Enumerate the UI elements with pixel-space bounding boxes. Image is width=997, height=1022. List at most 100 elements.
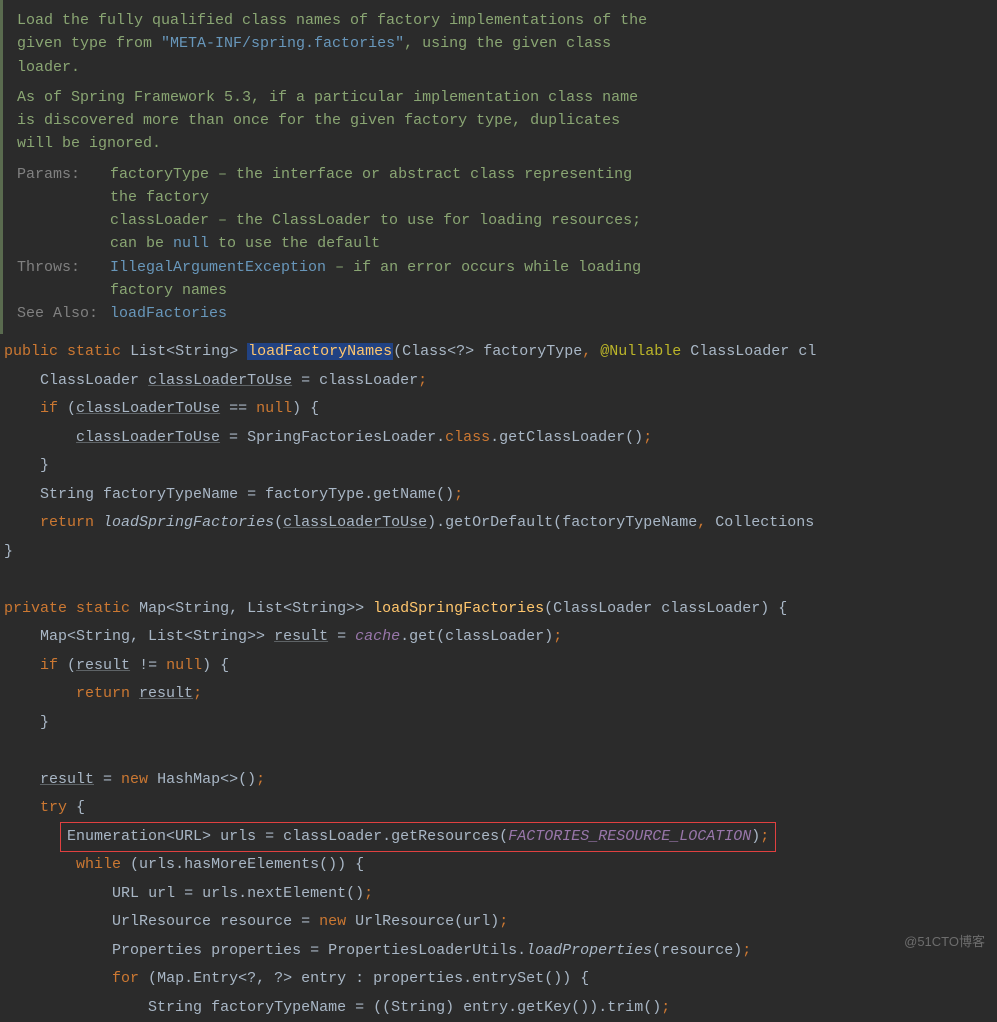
keyword: if xyxy=(40,400,58,417)
param: classLoader xyxy=(319,372,418,389)
keyword: new xyxy=(319,913,346,930)
method: getKey xyxy=(517,999,571,1016)
method-call: loadSpringFactories xyxy=(103,514,274,531)
javadoc-throws-label: Throws: xyxy=(17,256,110,303)
param: classLoader xyxy=(661,600,760,617)
javadoc-seealso-body: loadFactories xyxy=(110,302,670,325)
javadoc-literal: "META-INF/spring.factories" xyxy=(161,35,404,52)
var: result xyxy=(274,628,328,645)
keyword: return xyxy=(76,685,130,702)
type: Map.Entry<?, ?> xyxy=(157,970,292,987)
var: url xyxy=(148,885,175,902)
var: entry xyxy=(463,999,508,1016)
keyword: private xyxy=(4,600,67,617)
var: urls xyxy=(202,885,238,902)
var: result xyxy=(139,685,193,702)
class-ref: PropertiesLoaderUtils xyxy=(328,942,517,959)
type: ClassLoader xyxy=(553,600,652,617)
var: urls xyxy=(139,856,175,873)
method: nextElement xyxy=(247,885,346,902)
keyword: new xyxy=(121,771,148,788)
javadoc-description-2: As of Spring Framework 5.3, if a particu… xyxy=(17,86,657,156)
param-cut: cl xyxy=(798,343,816,360)
method: getClassLoader xyxy=(499,429,625,446)
var: result xyxy=(76,657,130,674)
javadoc-block: Load the fully qualified class names of … xyxy=(0,0,997,334)
javadoc-param: factoryType – the interface or abstract … xyxy=(110,163,658,210)
type: Map<String, List<String>> xyxy=(139,600,364,617)
var: factoryTypeName xyxy=(211,999,346,1016)
method: getName xyxy=(373,486,436,503)
param: classLoader xyxy=(445,628,544,645)
method: hasMoreElements xyxy=(184,856,319,873)
keyword: static xyxy=(76,600,130,617)
var: classLoaderToUse xyxy=(76,400,220,417)
var: classLoaderToUse xyxy=(148,372,292,389)
method-name: loadSpringFactories xyxy=(373,600,544,617)
type: HashMap<> xyxy=(157,771,238,788)
var: result xyxy=(40,771,94,788)
type: Class<?> xyxy=(402,343,474,360)
javadoc-param: classLoader – the ClassLoader to use for… xyxy=(110,209,658,256)
watermark: @51CTO博客 xyxy=(904,930,985,954)
keyword: if xyxy=(40,657,58,674)
method: getResources xyxy=(391,828,499,845)
keyword: class xyxy=(445,429,490,446)
method-name-selected[interactable]: loadFactoryNames xyxy=(247,343,393,360)
var: urls xyxy=(220,828,256,845)
method: loadProperties xyxy=(526,942,652,959)
type: List<String> xyxy=(130,343,238,360)
var: classLoaderToUse xyxy=(283,514,427,531)
param: classLoader xyxy=(283,828,382,845)
method: getOrDefault xyxy=(445,514,553,531)
keyword: try xyxy=(40,799,67,816)
method: get xyxy=(409,628,436,645)
type: Enumeration<URL> xyxy=(67,828,211,845)
type: String xyxy=(40,486,94,503)
param: factoryType xyxy=(265,486,364,503)
highlighted-line: Enumeration<URL> urls = classLoader.getR… xyxy=(61,823,775,852)
keyword: null xyxy=(166,657,202,674)
type: Properties xyxy=(112,942,202,959)
field: cache xyxy=(355,628,400,645)
keyword: null xyxy=(256,400,292,417)
keyword: return xyxy=(40,514,94,531)
class-ref: Collections xyxy=(715,514,814,531)
annotation: @Nullable xyxy=(600,343,681,360)
type: String xyxy=(391,999,445,1016)
method: entrySet xyxy=(472,970,544,987)
type: ClassLoader xyxy=(690,343,789,360)
keyword: while xyxy=(76,856,121,873)
javadoc-seealso-label: See Also: xyxy=(17,302,110,325)
type: ClassLoader xyxy=(40,372,139,389)
keyword: public xyxy=(4,343,58,360)
code-editor[interactable]: public static List<String> loadFactoryNa… xyxy=(0,334,997,1022)
javadoc-throws-link[interactable]: IllegalArgumentException xyxy=(110,259,326,276)
keyword: static xyxy=(67,343,121,360)
var: resource xyxy=(220,913,292,930)
var: url xyxy=(463,913,490,930)
var: properties xyxy=(211,942,301,959)
javadoc-seealso-link[interactable]: loadFactories xyxy=(110,305,227,322)
keyword: for xyxy=(112,970,139,987)
type: Map<String, List<String>> xyxy=(40,628,265,645)
type: UrlResource xyxy=(355,913,454,930)
var: factoryTypeName xyxy=(562,514,697,531)
javadoc-code: null xyxy=(173,235,209,252)
type: String xyxy=(148,999,202,1016)
javadoc-tags: Params: factoryType – the interface or a… xyxy=(17,163,670,326)
type: UrlResource xyxy=(112,913,211,930)
class-ref: SpringFactoriesLoader xyxy=(247,429,436,446)
var: factoryTypeName xyxy=(103,486,238,503)
type: URL xyxy=(112,885,139,902)
javadoc-params-body: factoryType – the interface or abstract … xyxy=(110,163,670,256)
var: resource xyxy=(661,942,733,959)
var: classLoaderToUse xyxy=(76,429,220,446)
constant: FACTORIES_RESOURCE_LOCATION xyxy=(508,828,751,845)
param: factoryType xyxy=(483,343,582,360)
javadoc-params-label: Params: xyxy=(17,163,110,256)
method: trim xyxy=(607,999,643,1016)
javadoc-description-1: Load the fully qualified class names of … xyxy=(17,9,657,79)
javadoc-throws-body: IllegalArgumentException – if an error o… xyxy=(110,256,670,303)
var: entry xyxy=(301,970,346,987)
